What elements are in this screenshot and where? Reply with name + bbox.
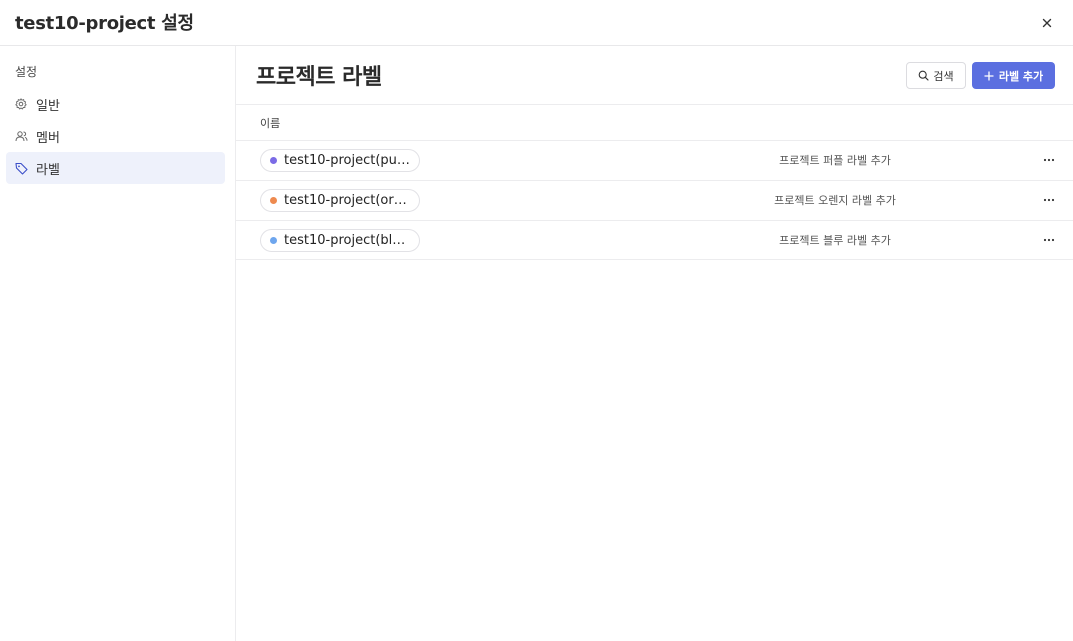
close-button[interactable]	[1036, 12, 1058, 34]
add-label-button-label: 라벨 추가	[998, 69, 1044, 83]
label-name: test10-project(purp…	[284, 153, 410, 168]
more-horizontal-icon	[1043, 158, 1055, 162]
table-row: test10-project(purp… 프로젝트 퍼플 라벨 추가	[236, 140, 1073, 180]
label-color-dot	[270, 157, 277, 164]
label-name: test10-project(blue)	[284, 233, 410, 248]
label-chip[interactable]: test10-project(blue)	[260, 229, 420, 252]
add-label-button[interactable]: 라벨 추가	[972, 62, 1055, 89]
tag-icon	[15, 162, 28, 175]
sidebar-item-general[interactable]: 일반	[6, 88, 225, 120]
sidebar-item-members[interactable]: 멤버	[6, 120, 225, 152]
more-options-button[interactable]	[1039, 232, 1059, 248]
sidebar-item-label: 라벨	[36, 162, 60, 178]
sidebar-item-label: 일반	[36, 98, 60, 114]
table-row: test10-project(blue) 프로젝트 블루 라벨 추가	[236, 220, 1073, 260]
label-description: 프로젝트 오렌지 라벨 추가	[774, 194, 896, 207]
more-options-button[interactable]	[1039, 192, 1059, 208]
window-title: test10-project 설정	[15, 13, 194, 34]
sidebar-item-label: 멤버	[36, 130, 60, 146]
more-options-button[interactable]	[1039, 152, 1059, 168]
sidebar-item-labels[interactable]: 라벨	[6, 152, 225, 184]
header-divider	[236, 104, 1073, 105]
main-panel: 프로젝트 라벨 검색 라벨 추가 이름 test10-project(purp……	[236, 46, 1073, 641]
column-header-name: 이름	[260, 117, 281, 130]
settings-window: test10-project 설정 설정 일반 멤버 라벨 프로젝트 라벨 검색…	[0, 0, 1073, 641]
users-icon	[15, 130, 28, 143]
more-horizontal-icon	[1043, 198, 1055, 202]
page-title: 프로젝트 라벨	[256, 65, 382, 90]
label-description: 프로젝트 퍼플 라벨 추가	[779, 154, 891, 167]
sidebar-heading: 설정	[15, 65, 38, 79]
title-bar: test10-project 설정	[0, 0, 1073, 46]
label-name: test10-project(oran…	[284, 193, 410, 208]
search-button[interactable]: 검색	[906, 62, 966, 89]
label-color-dot	[270, 197, 277, 204]
label-chip[interactable]: test10-project(purp…	[260, 149, 420, 172]
more-horizontal-icon	[1043, 238, 1055, 242]
label-color-dot	[270, 237, 277, 244]
search-icon	[919, 70, 929, 81]
label-description: 프로젝트 블루 라벨 추가	[779, 234, 891, 247]
label-chip[interactable]: test10-project(oran…	[260, 189, 420, 212]
gear-icon	[15, 98, 28, 111]
search-button-label: 검색	[933, 69, 954, 83]
table-row: test10-project(oran… 프로젝트 오렌지 라벨 추가	[236, 180, 1073, 220]
plus-icon	[984, 70, 994, 81]
close-icon	[1042, 18, 1052, 28]
sidebar: 설정 일반 멤버 라벨	[0, 46, 236, 641]
